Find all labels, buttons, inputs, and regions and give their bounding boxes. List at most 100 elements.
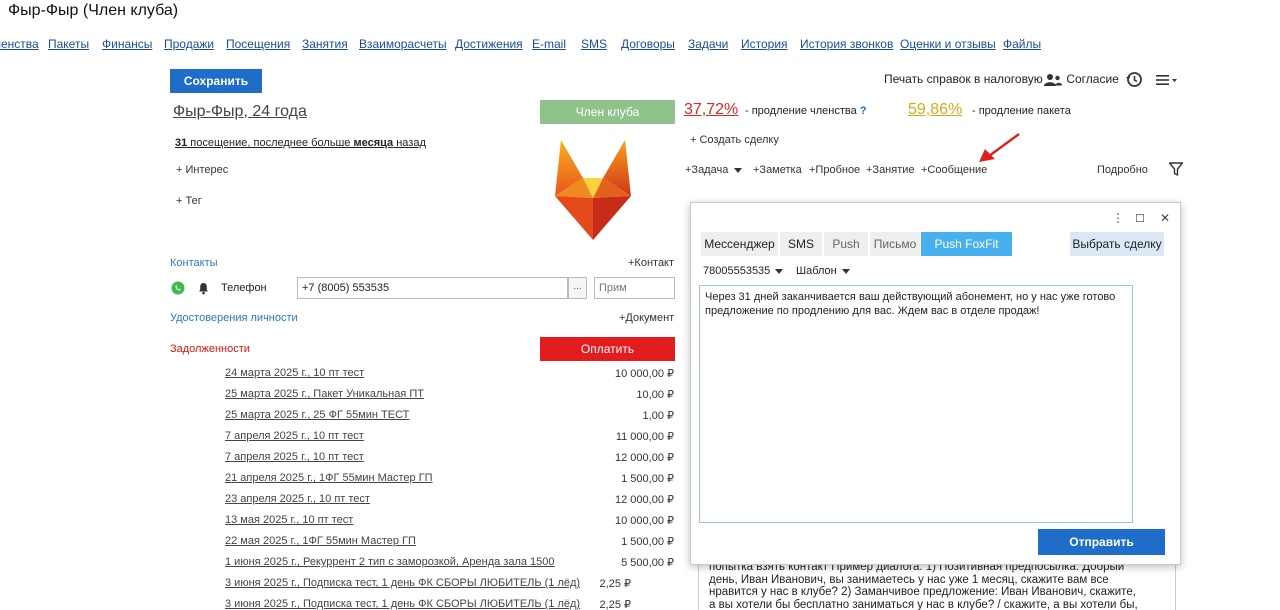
nav-achievements[interactable]: Достижения <box>455 37 523 51</box>
nav-history[interactable]: История <box>741 37 788 51</box>
debt-row: 13 мая 2025 г., 10 пт тест 10 000,00 ₽ <box>225 510 676 531</box>
whatsapp-icon[interactable] <box>171 281 185 295</box>
template-value: Шаблон <box>796 265 837 277</box>
nav-email[interactable]: E-mail <box>532 37 566 51</box>
debt-amount: 2,25 ₽ <box>599 578 631 590</box>
details-link[interactable]: Подробно <box>1097 164 1148 176</box>
membership-renewal-pct[interactable]: 37,72% <box>684 101 738 119</box>
package-renewal-text: - продление пакета <box>972 105 1071 117</box>
save-button[interactable]: Сохранить <box>170 69 262 93</box>
nav-finance[interactable]: Финансы <box>102 37 152 51</box>
status-badge: Член клуба <box>540 100 675 124</box>
message-textarea[interactable]: Через 31 дней заканчивается ваш действую… <box>699 285 1133 523</box>
debt-amount: 12 000,00 ₽ <box>615 494 674 506</box>
debt-label[interactable]: 22 мая 2025 г., 1ФГ 55мин Мастер ГП <box>225 535 416 547</box>
membership-renewal-text: - продление членства <box>745 105 857 117</box>
debt-label[interactable]: 21 апреля 2025 г., 1ФГ 55мин Мастер ГП <box>225 472 433 484</box>
nav-tasks[interactable]: Задачи <box>688 37 728 51</box>
add-task-label: +Задача <box>685 164 729 176</box>
script-line: нравится у нас в клубе? 2) Заманчивое пр… <box>709 586 1136 598</box>
nav-call-history[interactable]: История звонков <box>800 37 893 51</box>
debt-label[interactable]: 3 июня 2025 г., Подписка тест, 1 день ФК… <box>225 598 580 610</box>
debt-row: 25 марта 2025 г., Пакет Уникальная ПТ 10,… <box>225 384 676 405</box>
nav-settlements[interactable]: Взаиморасчеты <box>359 37 447 51</box>
script-line: день, Иван Иванович, вы занимаетесь у на… <box>709 573 1109 586</box>
pick-deal-button[interactable]: Выбрать сделку <box>1070 232 1164 256</box>
add-trial-link[interactable]: +Пробное <box>809 164 860 176</box>
add-contact-link[interactable]: +Контакт <box>628 257 674 269</box>
template-caret-icon <box>841 268 850 274</box>
add-note-link[interactable]: +Заметка <box>753 164 802 176</box>
pay-button[interactable]: Оплатить <box>540 337 675 361</box>
phone-more-button[interactable]: ... <box>568 277 587 299</box>
nav-lessons[interactable]: Занятия <box>302 37 348 51</box>
debt-amount: 1,00 ₽ <box>642 410 674 422</box>
debt-label[interactable]: 7 апреля 2025 г., 10 пт тест <box>225 451 364 463</box>
debt-row: 1 июня 2025 г., Рекуррент 2 тип с заморо… <box>225 552 676 573</box>
filter-icon[interactable] <box>1168 161 1184 177</box>
tab-sms[interactable]: SMS <box>780 232 822 256</box>
tab-push[interactable]: Push <box>824 232 868 256</box>
add-document-link[interactable]: +Документ <box>619 312 674 324</box>
contacts-section-label: Контакты <box>170 257 218 269</box>
bell-icon[interactable] <box>198 282 209 295</box>
fox-logo <box>555 140 631 240</box>
dialog-maximize-icon[interactable]: ☐ <box>1135 212 1145 225</box>
tax-print-link[interactable]: Печать справок в налоговую <box>884 72 1043 90</box>
nav-visits[interactable]: Посещения <box>226 37 290 51</box>
package-renewal-pct[interactable]: 59,86% <box>908 101 962 119</box>
nav-sms[interactable]: SMS <box>581 37 607 51</box>
visits-summary[interactable]: 31 посещение, последнее больше месяца на… <box>175 137 426 149</box>
debt-row: 25 марта 2025 г., 25 ФГ 55мин ТЕСТ 1,00 ₽ <box>225 405 676 426</box>
consent-button[interactable]: Согласие <box>1043 72 1119 90</box>
tab-email[interactable]: Письмо <box>870 232 920 256</box>
nav-contracts[interactable]: Договоры <box>621 37 675 51</box>
debt-label[interactable]: 24 марта 2025 г., 10 пт тест <box>225 367 364 379</box>
debt-label[interactable]: 3 июня 2025 г., Подписка тест, 1 день ФК… <box>225 577 580 589</box>
phone-label: Телефон <box>221 282 267 294</box>
debt-row: 23 апреля 2025 г., 10 пт тест 12 000,00 ₽ <box>225 489 676 510</box>
debt-amount: 12 000,00 ₽ <box>615 452 674 464</box>
debt-label[interactable]: 13 мая 2025 г., 10 пт тест <box>225 514 353 526</box>
debt-amount: 1 500,00 ₽ <box>621 536 674 548</box>
recipient-select[interactable]: 78005553535 <box>703 265 784 277</box>
send-button[interactable]: Отправить <box>1038 529 1165 555</box>
add-tag-link[interactable]: + Тег <box>176 195 202 207</box>
client-name[interactable]: Фыр-Фыр, 24 года <box>173 103 307 121</box>
help-icon[interactable]: ? <box>860 105 867 117</box>
template-select[interactable]: Шаблон <box>796 265 850 277</box>
visits-tail: назад <box>393 137 426 149</box>
tab-messenger[interactable]: Мессенджер <box>701 232 778 256</box>
add-lesson-link[interactable]: +Занятие <box>866 164 915 176</box>
task-dropdown-icon <box>734 167 743 173</box>
debt-label[interactable]: 7 апреля 2025 г., 10 пт тест <box>225 430 364 442</box>
debt-row: 21 апреля 2025 г., 1ФГ 55мин Мастер ГП 1 … <box>225 468 676 489</box>
add-task-link[interactable]: +Задача <box>685 164 743 176</box>
create-deal-link[interactable]: + Создать сделку <box>690 134 779 146</box>
debt-label[interactable]: 1 июня 2025 г., Рекуррент 2 тип с заморо… <box>225 556 555 568</box>
debts-section-label: Задолженности <box>170 343 250 355</box>
menu-button[interactable] <box>1155 72 1179 90</box>
history-button[interactable] <box>1125 70 1143 88</box>
debt-row: 7 апреля 2025 г., 10 пт тест 12 000,00 ₽ <box>225 447 676 468</box>
debt-row: 3 июня 2025 г., Подписка тест, 1 день ФК… <box>225 594 676 610</box>
phone-note-input[interactable] <box>594 277 675 299</box>
phone-input[interactable] <box>297 277 568 299</box>
add-interest-link[interactable]: + Интерес <box>176 164 228 176</box>
debt-label[interactable]: 25 марта 2025 г., Пакет Уникальная ПТ <box>225 388 424 400</box>
nav-memberships[interactable]: ленства <box>0 37 39 51</box>
debt-amount: 10,00 ₽ <box>636 389 674 401</box>
debt-label[interactable]: 25 марта 2025 г., 25 ФГ 55мин ТЕСТ <box>225 409 409 421</box>
history-icon <box>1126 72 1142 87</box>
dialog-menu-icon[interactable]: ⋮ <box>1112 211 1124 225</box>
tab-push-foxfit[interactable]: Push FoxFit <box>921 232 1012 256</box>
nav-files[interactable]: Файлы <box>1003 37 1041 51</box>
debt-amount: 1 500,00 ₽ <box>621 473 674 485</box>
dialog-close-icon[interactable]: ✕ <box>1160 211 1170 225</box>
nav-packages[interactable]: Пакеты <box>48 37 89 51</box>
nav-reviews[interactable]: Оценки и отзывы <box>900 37 996 51</box>
debt-label[interactable]: 23 апреля 2025 г., 10 пт тест <box>225 493 370 505</box>
nav-sales[interactable]: Продажи <box>164 37 214 51</box>
script-panel: попытка взять контакт Пример диалога: 1)… <box>698 560 1176 610</box>
debt-amount: 5 500,00 ₽ <box>621 557 674 569</box>
